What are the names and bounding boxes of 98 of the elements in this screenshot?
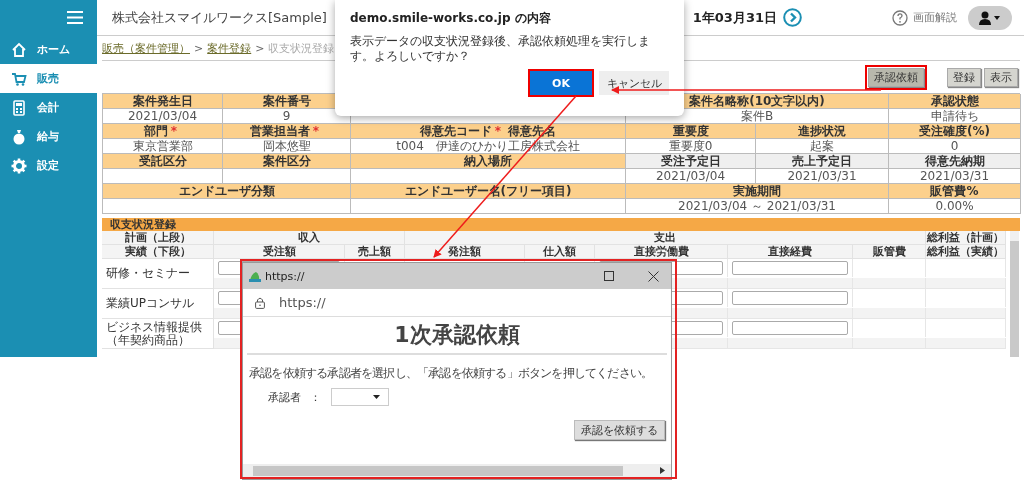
column-header: 案件区分 [223,154,351,169]
calculator-icon [11,99,27,116]
scrollbar[interactable] [1010,231,1019,357]
row-label: 業績UPコンサル [102,289,214,319]
required-mark: * [494,124,502,138]
column-header: 支出 [405,231,926,245]
lock-icon [255,296,265,309]
close-icon[interactable] [648,270,659,282]
dialog-message: 表示データの収支状況登録後、承認依頼処理を実行します。よろしいですか？ [350,34,651,64]
column-header: 実施期間 [626,184,889,199]
user-icon [979,10,1001,25]
table-cell: 2021/03/31 [756,169,889,184]
cart-icon [11,70,27,87]
column-header: 案件発生日 [103,94,223,109]
sidebar-item[interactable]: 販売 [0,64,97,93]
sidebar-item[interactable]: ホーム [0,35,97,64]
ok-button[interactable]: OK [530,71,592,95]
popup-heading: 1次承認依頼 [247,317,667,355]
help-link[interactable]: 画面解説 [913,10,957,25]
header-label: 営業担当者 [249,124,310,138]
action-button[interactable]: 登録 [947,67,981,87]
table-cell: 0.00% [889,199,1021,214]
sidebar-item[interactable]: 設定 [0,151,97,180]
required-mark: * [312,124,320,138]
column-header: 販管費% [889,184,1021,199]
maximize-icon[interactable] [604,271,614,281]
section-header: 収支状況登録 [102,218,1020,231]
table-cell: 9 [223,109,351,124]
table-cell: 2021/03/04 ～ 2021/03/31 [626,199,889,214]
column-header: 販管費 [853,245,926,259]
column-header: 受注予定日 [626,154,756,169]
table-cell: 岡本悠聖 [223,139,351,154]
table-cell: 起案 [756,139,889,154]
address-text: https:// [279,295,326,310]
date-label: 1年03月31日 [692,8,777,27]
company-name: 株式会社スマイルワークス[Sample] [112,8,327,27]
money-bag-icon [11,128,27,145]
column-header: 直接経費 [728,245,853,259]
table-cell: 申請待ち [889,109,1021,124]
sidebar-item[interactable]: 給与 [0,122,97,151]
column-header: 受託区分 [103,154,223,169]
column-header: 仕入額 [525,245,595,259]
input-field[interactable] [732,291,848,305]
home-icon [11,41,27,58]
breadcrumb-link[interactable]: 販売（案件管理） [102,40,190,56]
scroll-right-icon[interactable] [660,467,665,474]
settings-icon [11,157,27,174]
column-header: 納入場所 [351,154,626,169]
breadcrumb-separator: > [194,41,204,55]
table-cell: t004 伊達のひかり工房株式会社 [351,139,626,154]
table-cell: 2021/03/31 [889,169,1021,184]
column-header: 総利益（実績） [926,245,1006,259]
window-title: https:// [265,269,305,283]
column-header: 受注額 [214,245,345,259]
column-header: 収入 [214,231,405,245]
breadcrumb-link[interactable]: 案件登録 [207,40,252,56]
dialog-title: demo.smile-works.co.jp の内容 [350,10,552,27]
required-mark: * [170,124,178,138]
breadcrumb-separator: > [255,41,265,55]
column-header: 得意先納期 [889,154,1021,169]
menu-icon[interactable] [67,11,83,24]
column-header: エンドユーザ分類 [103,184,351,199]
column-header: 総利益（計画） [926,231,1006,245]
column-header: 重要度 [626,124,756,139]
next-icon[interactable] [783,8,802,27]
field-label: 承認者 [268,389,301,405]
sidebar-item[interactable]: 会計 [0,93,97,122]
column-header: 実績（下段） [102,245,214,259]
column-header: 進捗状況 [756,124,889,139]
row-label: ビジネス情報提供（年契約商品） [102,319,214,349]
input-field[interactable] [732,321,848,335]
cancel-button[interactable]: キャンセル [599,71,669,95]
column-header: 計画（上段） [102,231,214,245]
column-header: 売上額 [345,245,405,259]
field-separator: ： [310,389,321,405]
caret-icon [373,395,380,399]
scrollbar[interactable] [243,464,671,477]
action-button[interactable]: 承認依頼 [868,67,924,87]
table-cell: 2021/03/04 [626,169,756,184]
instruction-text: 承認を依頼する承認者を選択し、「承認を依頼する」ボタンを押してください。 [248,365,654,382]
column-header: 受注確度(%) [889,124,1021,139]
header-label: 部門 [143,124,168,138]
action-button[interactable]: 表示 [984,67,1018,87]
column-header: 直接労働費 [595,245,728,259]
input-field[interactable] [732,261,848,275]
site-icon [249,270,261,282]
user-menu-button[interactable] [968,5,1012,30]
table-cell: 重要度0 [626,139,756,154]
header-label: 得意先コード [419,124,492,138]
request-approval-button[interactable]: 承認を依頼する [574,420,665,440]
table-cell: 0 [889,139,1021,154]
table-cell: 東京営業部 [103,139,223,154]
row-label: 研修・セミナー [102,259,214,289]
column-header: 発注額 [405,245,525,259]
help-icon[interactable] [892,9,908,26]
column-header: 売上予定日 [756,154,889,169]
column-header: 承認状態 [889,94,1021,109]
table-cell: 2021/03/04 [103,109,223,124]
